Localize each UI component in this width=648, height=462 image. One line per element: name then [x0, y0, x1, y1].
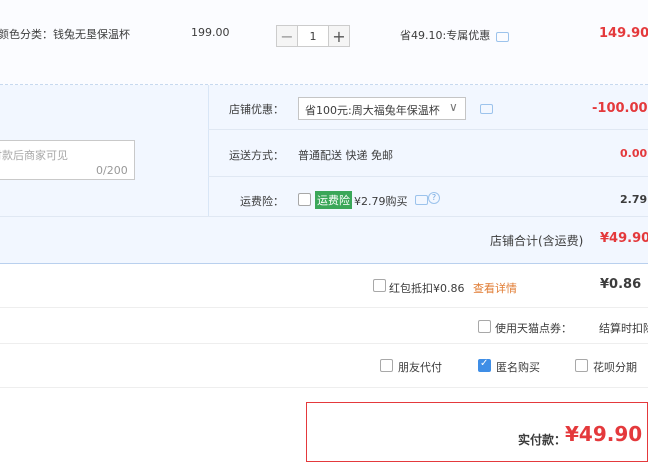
message-icon[interactable] [415, 195, 428, 205]
quantity-minus-button[interactable]: − [276, 25, 298, 47]
divider [208, 85, 209, 216]
friend-pay-checkbox[interactable] [380, 359, 393, 372]
item-spec: 颜色分类：钱兔无垦保温杯 [0, 28, 130, 41]
redpacket-label: 红包抵扣¥0.86 [389, 282, 465, 295]
huabei-label: 花呗分期 [593, 361, 637, 374]
tmall-points-label: 使用天猫点券： [495, 322, 572, 335]
seller-memo-placeholder: 付款后商家可见 [0, 149, 68, 162]
quantity-plus-button[interactable]: + [328, 25, 350, 47]
payment-amount: ¥49.90 [565, 422, 643, 446]
shop-discount-select[interactable]: 省100元:周大福兔年保温杯 ∨ [298, 97, 466, 120]
shop-discount-label: 店铺优惠： [229, 103, 284, 116]
insurance-label: 运费险： [240, 195, 284, 208]
payment-label: 实付款： [518, 433, 567, 447]
divider [208, 129, 648, 130]
shop-discount-amount: -100.00 [592, 101, 648, 116]
seller-memo-counter: 0/200 [96, 164, 128, 177]
insurance-checkbox[interactable] [298, 193, 311, 206]
shipping-method: 普通配送 快递 免邮 [298, 149, 393, 162]
message-icon[interactable] [496, 32, 509, 42]
quantity-stepper: − 1 + [276, 25, 350, 47]
anonymous-label: 匿名购买 [496, 361, 540, 374]
quantity-input[interactable]: 1 [298, 25, 328, 47]
anonymous-checkbox[interactable]: ✓ [478, 358, 491, 372]
divider [0, 387, 648, 388]
redpacket-detail-link[interactable]: 查看详情 [473, 280, 517, 296]
divider [0, 343, 648, 344]
help-icon[interactable]: ? [428, 192, 440, 204]
shop-total-value: ¥49.90 [600, 231, 648, 246]
insurance-badge: 运费险 [315, 191, 352, 209]
huabei-checkbox[interactable] [575, 359, 588, 372]
item-promo: 省49.10:专属优惠 [400, 29, 491, 42]
insurance-price: ¥2.79购买 [354, 195, 408, 208]
redpacket-amount: ¥0.86 [600, 277, 642, 292]
chevron-down-icon: ∨ [449, 100, 458, 114]
tmall-points-note: 结算时扣除 [599, 322, 648, 335]
shipping-label: 运送方式： [229, 149, 284, 162]
seller-memo-input[interactable]: 付款后商家可见 0/200 [0, 140, 135, 180]
insurance-amount: 2.79 [620, 193, 648, 206]
redpacket-checkbox[interactable] [373, 279, 386, 292]
shop-discount-value: 省100元:周大福兔年保温杯 [305, 104, 440, 117]
item-subtotal: 149.90 [599, 26, 648, 41]
divider [208, 176, 648, 177]
tmall-points-checkbox[interactable] [478, 320, 491, 333]
shop-total-label: 店铺合计(含运费) [490, 234, 584, 248]
message-icon[interactable] [480, 104, 493, 114]
check-icon: ✓ [480, 358, 489, 369]
shipping-amount: 0.00 [620, 147, 648, 160]
friend-pay-label: 朋友代付 [398, 361, 442, 374]
divider [0, 307, 648, 308]
item-unit-price: 199.00 [191, 26, 230, 39]
divider [0, 216, 648, 217]
payment-total-box: 实付款： ¥49.90 [306, 402, 648, 462]
